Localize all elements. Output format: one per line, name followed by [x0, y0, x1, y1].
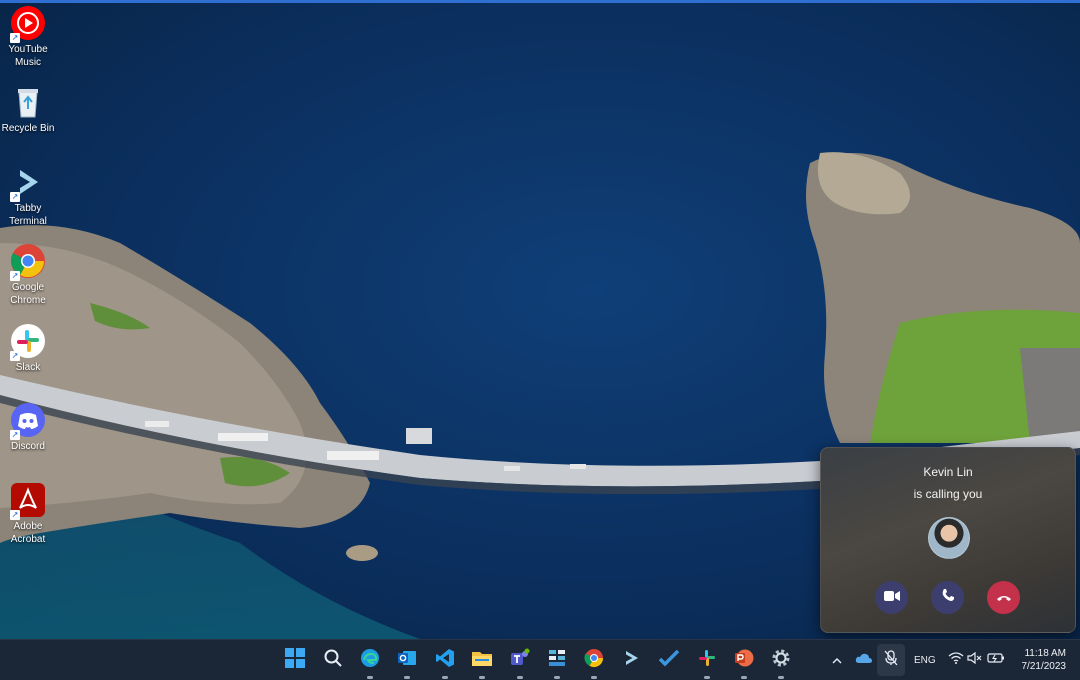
desktop-icon-label: Recycle Bin — [1, 123, 55, 134]
taskbar-file-explorer[interactable] — [468, 646, 496, 679]
youtube-music-icon: ↗ — [10, 5, 46, 43]
desktop-icon-label: Slack — [15, 362, 41, 373]
taskbar-tabby[interactable] — [618, 646, 646, 674]
onedrive-icon — [855, 651, 873, 669]
discord-icon: ↗ — [10, 402, 46, 440]
taskbar-search-button[interactable] — [319, 646, 347, 674]
desktop-icon-discord[interactable]: ↗ Discord — [0, 402, 56, 453]
chevron-up-icon — [832, 651, 842, 669]
accept-video-button[interactable] — [875, 581, 908, 614]
desktop-icon-label: Adobe Acrobat — [10, 521, 46, 545]
desktop-icon-label: Google Chrome — [10, 282, 46, 306]
volume-muted-icon — [967, 651, 983, 669]
clock-time: 11:18 AM — [1024, 648, 1066, 659]
taskbar-chrome[interactable] — [580, 646, 608, 679]
start-icon — [285, 647, 305, 673]
onedrive-tray-button[interactable] — [852, 646, 876, 674]
desktop-icon-recycle-bin[interactable]: Recycle Bin — [0, 84, 56, 135]
desktop-icon-adobe-acrobat[interactable]: ↗ Adobe Acrobat — [0, 482, 56, 546]
desktop-icon-slack[interactable]: ↗ Slack — [0, 323, 56, 374]
recycle-bin-icon — [10, 84, 46, 120]
outlook-icon — [397, 648, 417, 673]
taskbar-powerpoint[interactable] — [730, 646, 758, 679]
slack-icon: ↗ — [10, 323, 46, 361]
edge-icon — [360, 648, 380, 673]
settings-icon — [771, 648, 791, 673]
incoming-call-notification: Kevin Lin is calling you — [820, 447, 1076, 633]
taskbar: ENG 11:18 AM 7/21/2023 — [0, 639, 1080, 680]
adobe-acrobat-icon: ↗ — [10, 482, 46, 520]
microphone-tray-button[interactable] — [877, 646, 905, 674]
taskbar-clock[interactable]: 11:18 AM 7/21/2023 — [1022, 647, 1067, 673]
shortcut-arrow-icon: ↗ — [10, 33, 20, 43]
desktop-icon-chrome[interactable]: ↗ Google Chrome — [0, 243, 56, 307]
chrome-icon — [584, 648, 604, 673]
chrome-icon: ↗ — [10, 243, 46, 281]
show-hidden-icons-button[interactable] — [828, 646, 846, 674]
taskbar-teams[interactable] — [506, 646, 534, 679]
taskbar-slack[interactable] — [693, 646, 721, 679]
file-explorer-icon — [472, 649, 492, 672]
shortcut-arrow-icon: ↗ — [10, 430, 20, 440]
phone-icon — [941, 588, 955, 607]
todo-icon — [658, 649, 680, 672]
tabby-terminal-icon: ↗ — [10, 164, 46, 202]
desktop-icon-label: Tabby Terminal — [9, 203, 47, 227]
shortcut-arrow-icon: ↗ — [10, 510, 20, 520]
decline-call-button[interactable] — [987, 581, 1020, 614]
clock-date: 7/21/2023 — [1021, 661, 1067, 672]
wifi-icon — [948, 651, 964, 669]
video-call-icon — [883, 589, 900, 607]
azure-icon — [547, 648, 567, 673]
shortcut-arrow-icon: ↗ — [10, 271, 20, 281]
caller-name: Kevin Lin — [923, 465, 973, 479]
taskbar-vscode[interactable] — [431, 646, 459, 679]
call-status-text: is calling you — [913, 487, 983, 501]
taskbar-todo[interactable] — [655, 646, 683, 674]
taskbar-azure-app[interactable] — [543, 646, 571, 679]
taskbar-settings[interactable] — [767, 646, 795, 679]
vscode-icon — [435, 648, 455, 673]
desktop-icon-tabby-terminal[interactable]: ↗ Tabby Terminal — [0, 164, 56, 228]
powerpoint-icon — [734, 648, 754, 673]
input-language-indicator[interactable]: ENG — [914, 655, 936, 666]
battery-charging-icon — [987, 651, 1005, 669]
hang-up-icon — [996, 589, 1012, 607]
accept-audio-button[interactable] — [931, 581, 964, 614]
microphone-muted-icon — [884, 649, 898, 671]
tabby-icon — [624, 649, 640, 672]
volume-tray-button[interactable] — [964, 646, 986, 674]
desktop-icon-label: Discord — [11, 441, 45, 452]
taskbar-outlook[interactable] — [393, 646, 421, 679]
caller-avatar — [928, 517, 970, 559]
start-button[interactable] — [281, 646, 309, 674]
taskbar-edge[interactable] — [356, 646, 384, 679]
shortcut-arrow-icon: ↗ — [10, 351, 20, 361]
desktop-icon-youtube-music[interactable]: ↗ YouTube Music — [0, 5, 56, 69]
search-icon — [324, 649, 342, 672]
battery-tray-button[interactable] — [984, 646, 1008, 674]
teams-icon — [510, 648, 530, 673]
desktop-icon-label: YouTube Music — [8, 44, 48, 68]
slack-icon — [697, 648, 717, 673]
shortcut-arrow-icon: ↗ — [10, 192, 20, 202]
